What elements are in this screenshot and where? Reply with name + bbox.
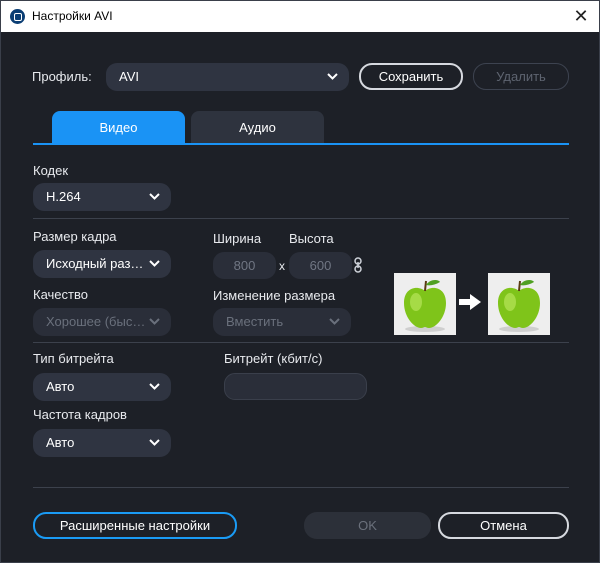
bitrate-label: Битрейт (кбит/с) xyxy=(224,351,323,366)
chevron-down-icon xyxy=(149,250,161,278)
width-input[interactable]: 800 xyxy=(213,252,276,279)
frame-rate-value: Авто xyxy=(46,435,75,450)
apple-preview-result xyxy=(488,273,550,335)
codec-label: Кодек xyxy=(33,163,69,178)
chevron-down-icon xyxy=(149,183,161,211)
link-aspect-icon[interactable] xyxy=(354,257,362,276)
frame-rate-select[interactable]: Авто xyxy=(33,429,171,457)
close-icon[interactable]: ✕ xyxy=(569,5,593,27)
frame-size-select[interactable]: Исходный раз… xyxy=(33,250,171,278)
avi-settings-dialog: Настройки AVI ✕ Профиль: AVI Сохранить У… xyxy=(0,0,600,563)
chevron-down-icon xyxy=(149,308,161,336)
app-icon xyxy=(10,9,25,24)
section-divider xyxy=(33,218,569,219)
arrow-right-icon xyxy=(459,294,481,313)
width-label: Ширина xyxy=(213,231,262,246)
quality-select[interactable]: Хорошее (быс… xyxy=(33,308,171,336)
advanced-settings-button[interactable]: Расширенные настройки xyxy=(33,512,237,539)
apple-preview-original xyxy=(394,273,456,335)
height-label: Высота xyxy=(289,231,334,246)
cancel-button[interactable]: Отмена xyxy=(438,512,569,539)
ok-button[interactable]: OK xyxy=(304,512,431,539)
title-bar: Настройки AVI ✕ xyxy=(1,1,599,32)
codec-select[interactable]: H.264 xyxy=(33,183,171,211)
quality-value: Хорошее (быс… xyxy=(46,314,146,329)
codec-value: H.264 xyxy=(46,189,81,204)
tab-underline xyxy=(33,143,569,145)
frame-size-label: Размер кадра xyxy=(33,229,117,244)
height-input[interactable]: 600 xyxy=(289,252,352,279)
delete-profile-button[interactable]: Удалить xyxy=(473,63,569,90)
bitrate-type-value: Авто xyxy=(46,379,75,394)
tab-video[interactable]: Видео xyxy=(52,111,185,144)
profile-select[interactable]: AVI xyxy=(106,63,349,91)
resize-select[interactable]: Вместить xyxy=(213,308,351,336)
profile-value: AVI xyxy=(119,69,139,84)
chevron-down-icon xyxy=(149,373,161,401)
size-separator: x xyxy=(279,259,285,273)
chevron-down-icon xyxy=(329,308,341,336)
bitrate-input[interactable] xyxy=(224,373,367,400)
resize-label: Изменение размера xyxy=(213,288,336,303)
resize-value: Вместить xyxy=(226,314,284,329)
quality-label: Качество xyxy=(33,287,88,302)
bitrate-type-select[interactable]: Авто xyxy=(33,373,171,401)
section-divider xyxy=(33,342,569,343)
chevron-down-icon xyxy=(149,429,161,457)
frame-size-value: Исходный раз… xyxy=(46,256,144,271)
tab-audio[interactable]: Аудио xyxy=(191,111,324,144)
save-profile-button[interactable]: Сохранить xyxy=(359,63,463,90)
chevron-down-icon xyxy=(327,63,339,91)
frame-rate-label: Частота кадров xyxy=(33,407,127,422)
footer-divider xyxy=(33,487,569,488)
window-title: Настройки AVI xyxy=(32,9,113,23)
profile-label: Профиль: xyxy=(32,69,92,84)
bitrate-type-label: Тип битрейта xyxy=(33,351,114,366)
